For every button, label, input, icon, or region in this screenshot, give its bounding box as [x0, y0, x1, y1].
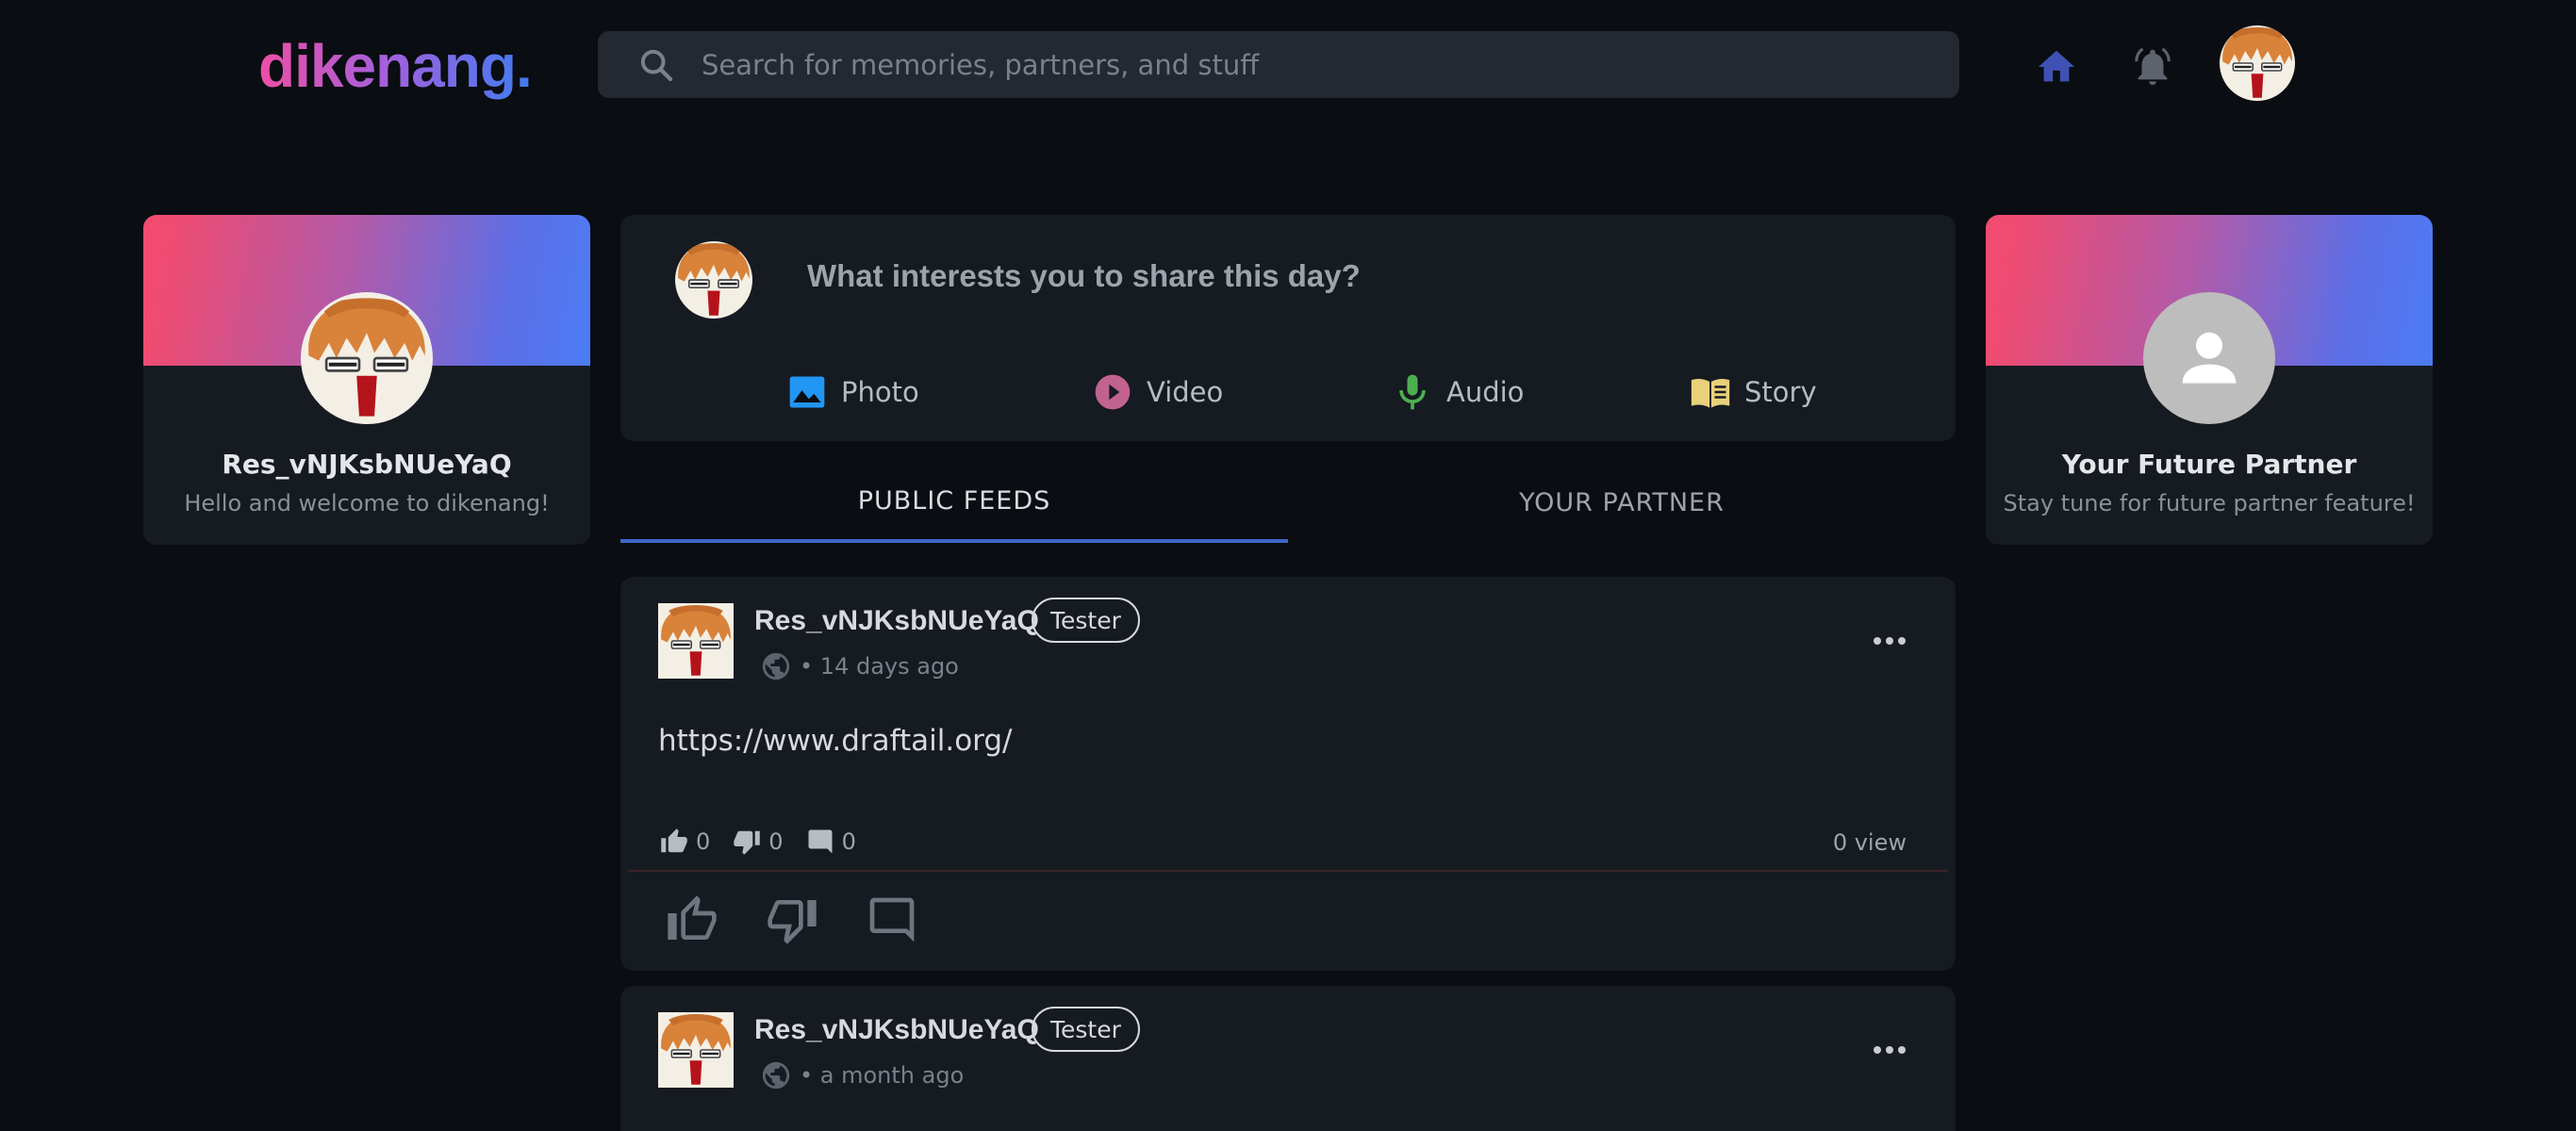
user-avatar-button[interactable]	[2220, 25, 2295, 101]
feed-post: Res_vNJKsbNUeYaQ Tester • a month ago	[620, 986, 1956, 1131]
post-author-name[interactable]: Res_vNJKsbNUeYaQ	[754, 605, 1039, 637]
post-time: • 14 days ago	[800, 653, 959, 680]
photo-icon	[789, 376, 825, 408]
partner-subtitle: Stay tune for future partner feature!	[2003, 490, 2416, 516]
profile-username[interactable]: Res_vNJKsbNUeYaQ	[143, 449, 590, 480]
comment-button-icon[interactable]	[866, 893, 918, 946]
dislike-count: 0	[768, 828, 784, 855]
home-icon[interactable]	[2035, 45, 2078, 89]
app-page: dikenang. Res_vNJKsbNUeYaQ Hello and wel…	[0, 0, 2576, 1131]
comment-count: 0	[841, 828, 856, 855]
composer-actions: Photo Video Audio Story	[620, 371, 1956, 422]
post-composer: What interests you to share this day? Ph…	[620, 215, 1956, 441]
role-badge: Tester	[1032, 1007, 1140, 1052]
book-icon	[1691, 378, 1730, 408]
post-meta: • a month ago	[760, 1059, 964, 1091]
post-meta: • 14 days ago	[760, 650, 959, 682]
profile-welcome-text: Hello and welcome to dikenang!	[184, 490, 550, 516]
partner-title: Your Future Partner	[2061, 449, 2357, 480]
story-button[interactable]: Story	[1690, 371, 1817, 413]
composer-avatar	[675, 241, 752, 319]
play-circle-icon	[1095, 374, 1131, 410]
story-label: Story	[1744, 376, 1817, 408]
more-options-icon[interactable]	[1873, 635, 1907, 647]
composer-prompt[interactable]: What interests you to share this day?	[807, 258, 1361, 294]
globe-icon	[762, 1061, 790, 1090]
dislike-button-icon[interactable]	[766, 893, 818, 946]
person-icon	[2182, 332, 2237, 384]
reaction-bar	[666, 893, 918, 946]
profile-card: Res_vNJKsbNUeYaQ Hello and welcome to di…	[143, 215, 590, 545]
photo-label: Photo	[841, 376, 919, 408]
app-logo[interactable]: dikenang.	[258, 26, 533, 106]
like-button-icon[interactable]	[666, 893, 718, 946]
audio-button[interactable]: Audio	[1392, 371, 1524, 413]
profile-avatar[interactable]	[301, 292, 433, 424]
dislike-count-group: 0	[733, 828, 784, 856]
feed-post: Res_vNJKsbNUeYaQ Tester • 14 days ago ht…	[620, 577, 1956, 971]
search-bar[interactable]	[598, 31, 1959, 98]
comment-count-group: 0	[806, 828, 856, 856]
post-author-name[interactable]: Res_vNJKsbNUeYaQ	[754, 1014, 1039, 1046]
search-icon	[640, 49, 673, 81]
post-content[interactable]: https://www.draftail.org/	[658, 724, 1013, 758]
person-placeholder-icon	[2143, 292, 2275, 424]
audio-label: Audio	[1446, 376, 1525, 408]
video-button[interactable]: Video	[1092, 371, 1223, 413]
like-count-group: 0	[660, 828, 710, 856]
tab-your-partner[interactable]: YOUR PARTNER	[1288, 462, 1956, 543]
partner-card: Your Future Partner Stay tune for future…	[1986, 215, 2433, 545]
feed-tabs: PUBLIC FEEDS YOUR PARTNER	[620, 462, 1956, 543]
post-divider	[628, 870, 1948, 872]
photo-button[interactable]: Photo	[786, 371, 919, 413]
microphone-icon	[1399, 374, 1426, 410]
search-input[interactable]	[702, 31, 1959, 98]
tab-public-feeds[interactable]: PUBLIC FEEDS	[620, 462, 1288, 543]
like-count: 0	[696, 828, 711, 855]
post-stats: 0 0 0	[660, 828, 869, 856]
view-count: 0 view	[1832, 829, 1907, 856]
bell-icon[interactable]	[2131, 45, 2174, 89]
post-author-avatar[interactable]	[658, 603, 734, 679]
post-time: • a month ago	[800, 1062, 965, 1089]
post-author-avatar[interactable]	[658, 1012, 734, 1088]
video-label: Video	[1147, 376, 1224, 408]
role-badge: Tester	[1032, 598, 1140, 643]
thumb-down-icon	[734, 830, 761, 855]
more-options-icon[interactable]	[1873, 1044, 1907, 1056]
comment-icon	[808, 829, 833, 854]
globe-icon	[762, 652, 790, 680]
thumb-up-icon	[661, 828, 687, 853]
